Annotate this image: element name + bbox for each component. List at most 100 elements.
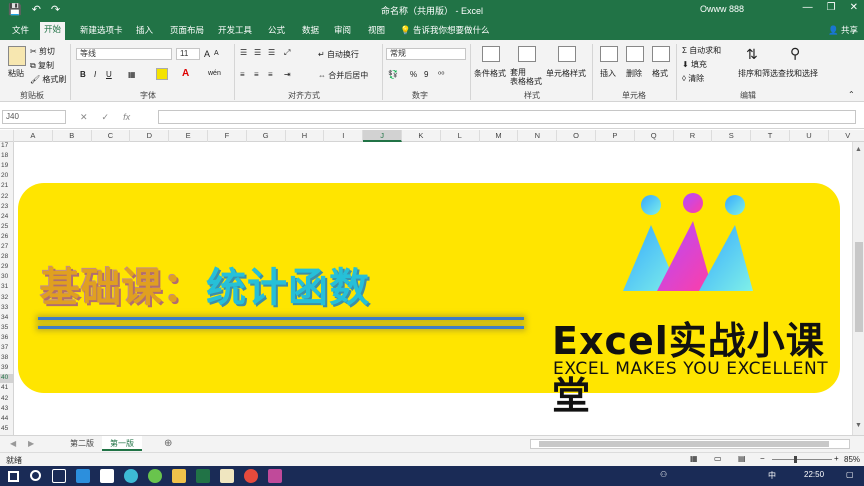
format-cells-icon[interactable] xyxy=(652,46,670,62)
tab-developer[interactable]: 开发工具 xyxy=(214,23,256,40)
confirm-icon[interactable]: ✓ xyxy=(102,112,110,123)
conditional-format-icon[interactable] xyxy=(482,46,500,62)
shrink-font-button[interactable]: A xyxy=(214,50,219,57)
zoom-thumb[interactable] xyxy=(794,456,797,463)
scroll-up-icon[interactable]: ▲ xyxy=(855,146,862,153)
collapse-ribbon-icon[interactable]: ⌃ xyxy=(848,90,855,99)
fill-color-icon[interactable] xyxy=(156,68,168,80)
clear-button[interactable]: ◊ 清除 xyxy=(682,73,704,84)
column-header-r[interactable]: R xyxy=(674,130,713,142)
column-header-h[interactable]: H xyxy=(286,130,325,142)
insert-cells-icon[interactable] xyxy=(600,46,618,62)
table-format-icon[interactable] xyxy=(518,46,536,62)
taskview-icon[interactable] xyxy=(52,469,66,483)
row-header-45[interactable]: 45 xyxy=(0,425,14,434)
excel-icon[interactable] xyxy=(196,469,210,483)
page-layout-icon[interactable]: ▭ xyxy=(714,454,722,463)
column-header-b[interactable]: B xyxy=(53,130,92,142)
delete-cells-button[interactable]: 删除 xyxy=(626,68,642,79)
tab-home[interactable]: 开始 xyxy=(40,22,66,40)
row-header-25[interactable]: 25 xyxy=(0,223,14,232)
copy-button[interactable]: ⧉ 复制 xyxy=(30,60,54,71)
row-header-20[interactable]: 20 xyxy=(0,172,14,181)
format-cells-button[interactable]: 格式 xyxy=(652,68,668,79)
column-header-l[interactable]: L xyxy=(441,130,480,142)
row-header-40[interactable]: 40 xyxy=(0,374,14,383)
worksheet-grid[interactable]: 基础课： 统计函数 Excel实战小课堂 EXCEL MAKES YOU EXC… xyxy=(14,142,852,435)
cell-style-icon[interactable] xyxy=(558,46,576,62)
cell-styles-button[interactable]: 单元格样式 xyxy=(546,68,586,79)
minimize-button[interactable]: — xyxy=(803,2,813,13)
align-bottom-icon[interactable]: ☰ xyxy=(268,48,275,57)
column-header-t[interactable]: T xyxy=(751,130,790,142)
edge-icon[interactable] xyxy=(76,469,90,483)
start-icon[interactable] xyxy=(8,471,19,482)
indent-icon[interactable]: ⇥ xyxy=(284,70,291,79)
lab-icon[interactable] xyxy=(268,469,282,483)
column-header-g[interactable]: G xyxy=(247,130,286,142)
phonetic-button[interactable]: wén xyxy=(208,70,221,77)
column-header-a[interactable]: A xyxy=(14,130,53,142)
column-header-s[interactable]: S xyxy=(712,130,752,142)
folder-icon[interactable] xyxy=(172,469,186,483)
zoom-out-button[interactable]: − xyxy=(760,454,765,463)
number-format-select[interactable]: 常规 xyxy=(386,48,466,60)
search-icon[interactable] xyxy=(30,470,41,481)
column-header-p[interactable]: P xyxy=(596,130,635,142)
user-name[interactable]: Owww 888 xyxy=(700,4,744,14)
row-header-36[interactable]: 36 xyxy=(0,334,14,343)
scroll-down-icon[interactable]: ▼ xyxy=(855,422,862,429)
row-header-35[interactable]: 35 xyxy=(0,324,14,333)
clock[interactable]: 22:50 xyxy=(804,470,824,479)
italic-button[interactable]: I xyxy=(94,70,96,79)
delete-cells-icon[interactable] xyxy=(626,46,644,62)
column-header-f[interactable]: F xyxy=(208,130,247,142)
column-header-q[interactable]: Q xyxy=(635,130,674,142)
row-header-23[interactable]: 23 xyxy=(0,203,14,212)
orientation-icon[interactable]: ⤢ xyxy=(284,48,290,58)
select-all-corner[interactable] xyxy=(0,130,14,142)
insert-cells-button[interactable]: 插入 xyxy=(600,68,616,79)
autosum-button[interactable]: Σ 自动求和 xyxy=(682,45,721,56)
align-middle-icon[interactable]: ☰ xyxy=(254,48,261,57)
sheet-tab[interactable]: 第二版 xyxy=(62,436,102,451)
tab-insert[interactable]: 插入 xyxy=(132,23,157,40)
tab-formulas[interactable]: 公式 xyxy=(264,23,289,40)
tab-data[interactable]: 数据 xyxy=(298,23,323,40)
fill-button[interactable]: ⬇ 填充 xyxy=(682,59,707,70)
row-header-42[interactable]: 42 xyxy=(0,395,14,404)
ime-indicator[interactable]: 中 xyxy=(768,470,776,481)
bold-button[interactable]: B xyxy=(80,70,86,79)
row-header-32[interactable]: 32 xyxy=(0,294,14,303)
sheet-next-icon[interactable]: ▶ xyxy=(28,439,34,448)
column-header-v[interactable]: V xyxy=(829,130,864,142)
chat-icon[interactable] xyxy=(124,469,138,483)
column-header-o[interactable]: O xyxy=(557,130,596,142)
find-select-button[interactable]: 查找和选择 xyxy=(778,68,818,79)
paste-icon[interactable] xyxy=(8,46,26,66)
font-size-select[interactable]: 11 xyxy=(176,48,200,60)
tab-view[interactable]: 视图 xyxy=(364,23,389,40)
hscroll-thumb[interactable] xyxy=(539,441,829,447)
sheet-prev-icon[interactable]: ◀ xyxy=(10,439,16,448)
row-header-24[interactable]: 24 xyxy=(0,213,14,222)
tell-me-box[interactable]: 💡 告诉我你想要做什么 xyxy=(400,24,489,36)
align-top-icon[interactable]: ☰ xyxy=(240,48,247,57)
row-header-43[interactable]: 43 xyxy=(0,405,14,414)
media-icon[interactable] xyxy=(244,469,258,483)
row-header-34[interactable]: 34 xyxy=(0,314,14,323)
percent-button[interactable]: % xyxy=(410,70,417,79)
table-format-button[interactable]: 套用 表格格式 xyxy=(510,68,542,86)
restore-button[interactable]: ❐ xyxy=(827,2,836,13)
tab-page-layout[interactable]: 页面布局 xyxy=(166,23,208,40)
zoom-in-button[interactable]: + xyxy=(834,454,839,463)
row-header-30[interactable]: 30 xyxy=(0,273,14,282)
column-header-j[interactable]: J xyxy=(363,130,402,142)
cut-button[interactable]: ✂ 剪切 xyxy=(30,46,55,57)
cancel-icon[interactable]: ✕ xyxy=(80,112,88,123)
font-name-select[interactable]: 等线 xyxy=(76,48,172,60)
column-header-i[interactable]: I xyxy=(324,130,364,142)
comma-button[interactable]: 9 xyxy=(424,70,428,79)
row-header-22[interactable]: 22 xyxy=(0,193,14,202)
column-header-d[interactable]: D xyxy=(130,130,170,142)
